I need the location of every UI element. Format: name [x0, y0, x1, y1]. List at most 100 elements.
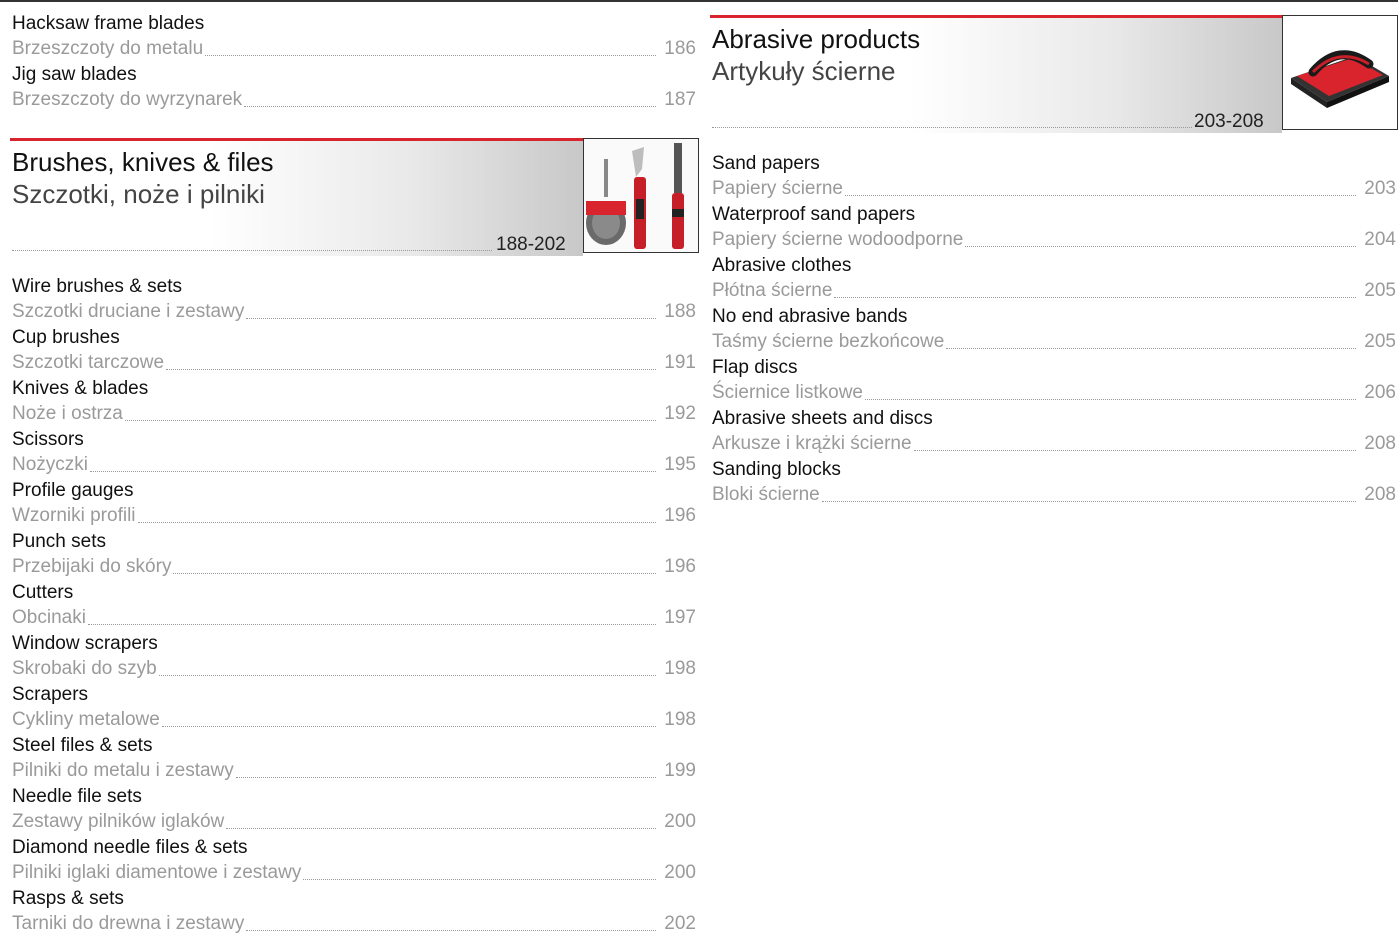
- dot-leader: [235, 776, 657, 778]
- wire-brush-knife-file-icon: [584, 139, 698, 252]
- brushes-product-photo: [583, 138, 699, 253]
- toc-entry[interactable]: Sand papers Papiery ścierne 203: [700, 152, 1398, 203]
- toc-entry[interactable]: Wire brushes & sets Szczotki druciane i …: [0, 275, 700, 326]
- toc-entry[interactable]: No end abrasive bands Taśmy ścierne bezk…: [700, 305, 1398, 356]
- section-subtitle: Szczotki, noże i pilniki: [12, 179, 265, 209]
- toc-entry[interactable]: Needle file sets Zestawy pilników iglakó…: [0, 785, 700, 836]
- entry-english-label: Waterproof sand papers: [712, 204, 916, 225]
- entry-polish-label: Brzeszczoty do wyrzynarek: [12, 89, 243, 110]
- toc-entry[interactable]: Abrasive sheets and discs Arkusze i krąż…: [700, 407, 1398, 458]
- entry-english-label: Jig saw blades: [12, 64, 137, 85]
- sanding-block-icon: [1283, 16, 1397, 129]
- entry-polish-label: Arkusze i krążki ścierne: [712, 433, 912, 454]
- toc-entry[interactable]: Cutters Obcinaki 197: [0, 581, 700, 632]
- entry-polish-label: Przebijaki do skóry: [12, 556, 172, 577]
- entry-polish-label: Szczotki tarczowe: [12, 352, 165, 373]
- entry-polish-label: Skrobaki do szyb: [12, 658, 157, 679]
- entry-english-label: Scrapers: [12, 684, 89, 705]
- toc-entry[interactable]: Flap discs Ściernice listkowe 206: [700, 356, 1398, 407]
- entry-page-number: 188: [664, 301, 696, 322]
- entry-page-number: 197: [664, 607, 696, 628]
- entry-english-label: Abrasive clothes: [712, 255, 852, 276]
- entry-polish-row: Wzorniki profili 196: [12, 504, 696, 528]
- entry-polish-label: Zestawy pilników iglaków: [12, 811, 225, 832]
- entry-polish-label: Ściernice listkowe: [712, 382, 863, 403]
- entry-page-number: 203: [1364, 178, 1396, 199]
- dot-leader: [712, 126, 1192, 128]
- entry-polish-label: Wzorniki profili: [12, 505, 136, 526]
- top-rule: [0, 0, 1398, 2]
- toc-entry[interactable]: Hacksaw frame blades Brzeszczoty do meta…: [0, 12, 700, 63]
- entry-page-number: 202: [664, 913, 696, 934]
- abrasive-product-photo: [1282, 15, 1398, 130]
- toc-entry[interactable]: Rasps & sets Tarniki do drewna i zestawy…: [0, 887, 700, 938]
- entry-polish-row: Pilniki do metalu i zestawy 199: [12, 759, 696, 783]
- toc-entry[interactable]: Scissors Nożyczki 195: [0, 428, 700, 479]
- toc-entry[interactable]: Steel files & sets Pilniki do metalu i z…: [0, 734, 700, 785]
- entry-polish-label: Taśmy ścierne bezkońcowe: [712, 331, 945, 352]
- entry-polish-label: Nożyczki: [12, 454, 89, 475]
- entry-polish-label: Bloki ścierne: [712, 484, 820, 505]
- section-page-range: 188-202: [496, 234, 566, 255]
- entry-polish-row: Szczotki druciane i zestawy 188: [12, 300, 696, 324]
- entry-polish-row: Skrobaki do szyb 198: [12, 657, 696, 681]
- entry-english-label: Punch sets: [12, 531, 106, 552]
- entry-english-label: Diamond needle files & sets: [12, 837, 248, 858]
- dot-leader: [246, 317, 657, 319]
- toc-entry[interactable]: Abrasive clothes Płótna ścierne 205: [700, 254, 1398, 305]
- entry-polish-label: Pilniki do metalu i zestawy: [12, 760, 234, 781]
- toc-entry[interactable]: Profile gauges Wzorniki profili 196: [0, 479, 700, 530]
- dot-leader: [166, 368, 657, 370]
- brushes-entries: Wire brushes & sets Szczotki druciane i …: [0, 275, 700, 938]
- entry-english-label: Steel files & sets: [12, 735, 153, 756]
- entry-page-number: 200: [664, 811, 696, 832]
- entry-page-number: 187: [664, 89, 696, 110]
- toc-entry[interactable]: Sanding blocks Bloki ścierne 208: [700, 458, 1398, 509]
- left-top-entries: Hacksaw frame blades Brzeszczoty do meta…: [0, 12, 700, 114]
- entry-polish-row: Szczotki tarczowe 191: [12, 351, 696, 375]
- dot-leader: [124, 419, 657, 421]
- entry-polish-label: Pilniki iglaki diamentowe i zestawy: [12, 862, 302, 883]
- entry-english-label: Needle file sets: [12, 786, 142, 807]
- entry-english-label: Scissors: [12, 429, 84, 450]
- entry-page-number: 196: [664, 505, 696, 526]
- section-page-range: 203-208: [1194, 111, 1264, 132]
- toc-entry[interactable]: Diamond needle files & sets Pilniki igla…: [0, 836, 700, 887]
- section-header-band: Abrasive products Artykuły ścierne 203-2…: [710, 15, 1282, 133]
- entry-english-label: Hacksaw frame blades: [12, 13, 205, 34]
- toc-entry[interactable]: Cup brushes Szczotki tarczowe 191: [0, 326, 700, 377]
- section-header: Abrasive products Artykuły ścierne 203-2…: [710, 15, 1398, 133]
- toc-entry[interactable]: Scrapers Cykliny metalowe 198: [0, 683, 700, 734]
- toc-entry[interactable]: Knives & blades Noże i ostrza 192: [0, 377, 700, 428]
- entry-polish-row: Papiery ścierne wodoodporne 204: [712, 228, 1396, 252]
- entry-english-label: Sanding blocks: [712, 459, 841, 480]
- entry-polish-row: Bloki ścierne 208: [712, 483, 1396, 507]
- dot-leader: [946, 347, 1357, 349]
- entry-polish-row: Zestawy pilników iglaków 200: [12, 810, 696, 834]
- toc-entry[interactable]: Punch sets Przebijaki do skóry 196: [0, 530, 700, 581]
- entry-page-number: 205: [1364, 331, 1396, 352]
- entry-page-number: 208: [1364, 484, 1396, 505]
- entry-polish-label: Brzeszczoty do metalu: [12, 38, 204, 59]
- dot-leader: [173, 572, 657, 574]
- dot-leader: [205, 54, 657, 56]
- toc-entry[interactable]: Waterproof sand papers Papiery ścierne w…: [700, 203, 1398, 254]
- section-title: Brushes, knives & files: [12, 147, 274, 177]
- entry-polish-row: Obcinaki 197: [12, 606, 696, 630]
- entry-english-label: Abrasive sheets and discs: [712, 408, 933, 429]
- entry-polish-label: Papiery ścierne: [712, 178, 843, 199]
- dot-leader: [965, 245, 1357, 247]
- entry-polish-label: Noże i ostrza: [12, 403, 123, 424]
- entry-polish-label: Obcinaki: [12, 607, 86, 628]
- abrasive-entries: Sand papers Papiery ścierne 203 Waterpro…: [700, 152, 1398, 509]
- entry-page-number: 192: [664, 403, 696, 424]
- toc-entry[interactable]: Jig saw blades Brzeszczoty do wyrzynarek…: [0, 63, 700, 114]
- entry-page-number: 198: [664, 658, 696, 679]
- toc-entry[interactable]: Window scrapers Skrobaki do szyb 198: [0, 632, 700, 683]
- dot-leader: [821, 500, 1357, 502]
- entry-polish-row: Tarniki do drewna i zestawy 202: [12, 912, 696, 936]
- entry-page-number: 191: [664, 352, 696, 373]
- entry-polish-row: Ściernice listkowe 206: [712, 381, 1396, 405]
- entry-english-label: Window scrapers: [12, 633, 158, 654]
- dot-leader: [303, 878, 657, 880]
